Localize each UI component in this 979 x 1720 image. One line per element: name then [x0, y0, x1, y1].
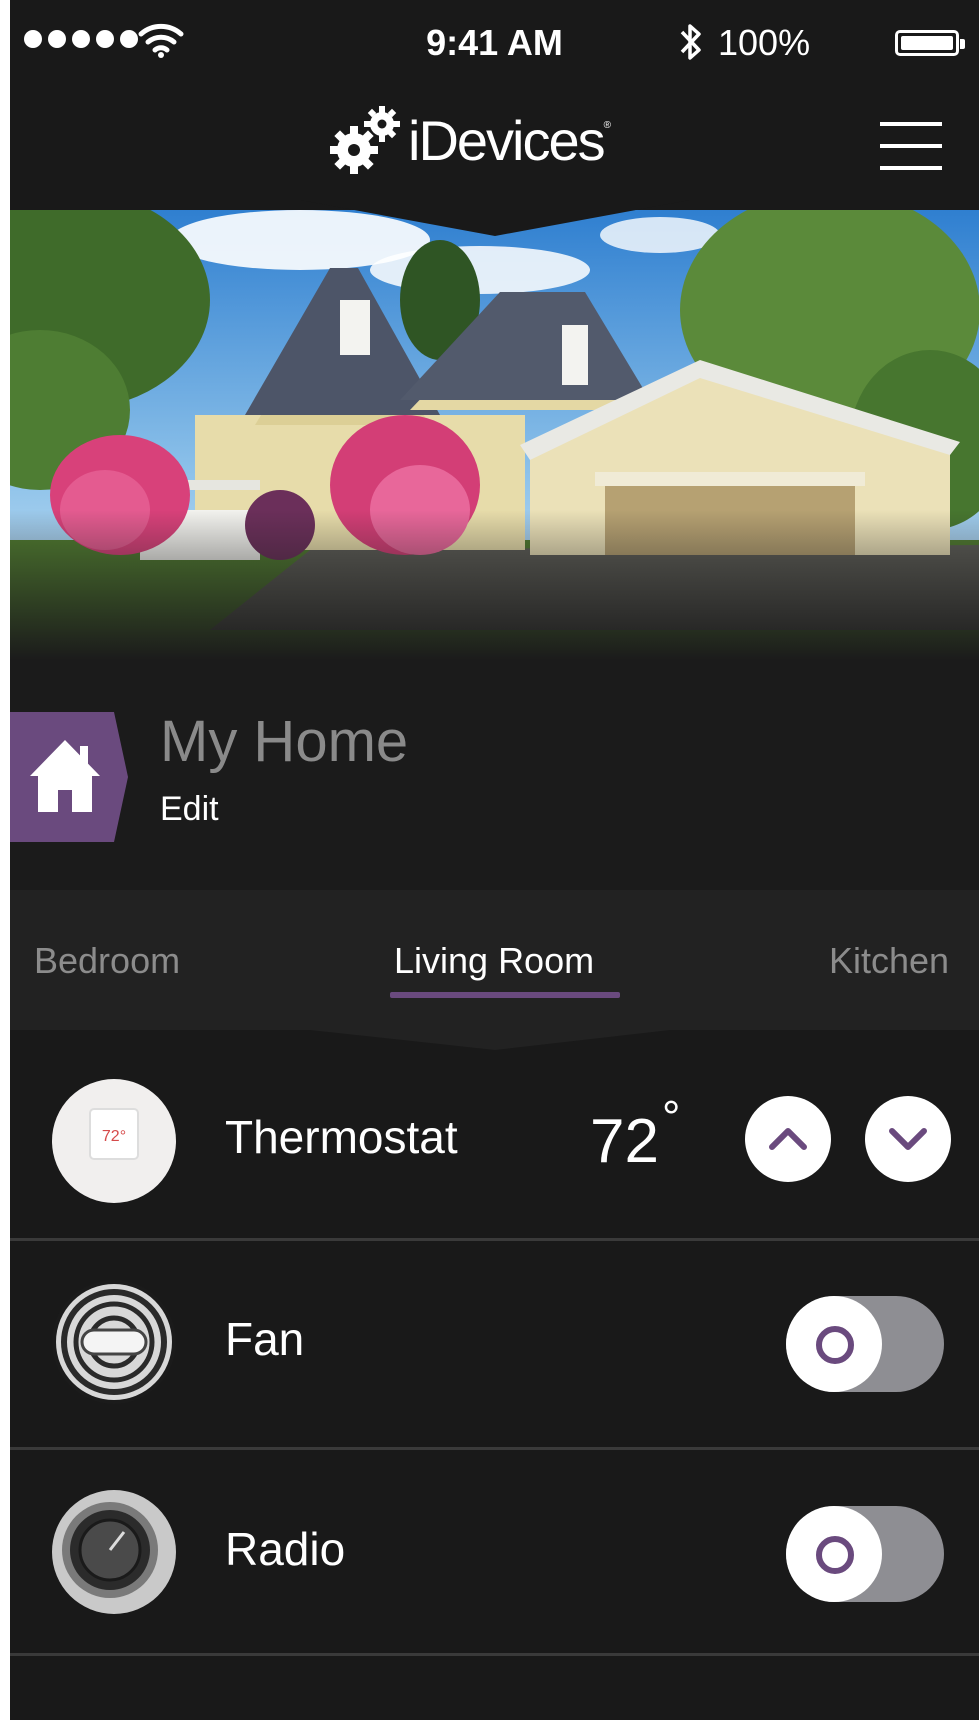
- fan-power-toggle[interactable]: [786, 1296, 944, 1392]
- app-header: iDevices ®: [10, 80, 979, 210]
- edit-home-link[interactable]: Edit: [160, 790, 219, 829]
- thermostat-thumbnail: 72°: [52, 1079, 176, 1203]
- battery-percentage: 100%: [718, 22, 811, 63]
- logo-text: iDevices: [408, 108, 606, 172]
- temperature-down-button[interactable]: [865, 1096, 951, 1182]
- gears-icon: [330, 106, 400, 174]
- device-name-fan: Fan: [225, 1313, 305, 1365]
- toggle-knob: [786, 1296, 882, 1392]
- tab-kitchen[interactable]: Kitchen: [829, 940, 949, 982]
- row-divider: [10, 1653, 979, 1656]
- tabs-notch: [310, 1030, 670, 1050]
- thermostat-temperature: 72: [590, 1107, 659, 1176]
- home-badge[interactable]: [10, 712, 128, 842]
- radio-power-toggle[interactable]: [786, 1506, 944, 1602]
- battery-icon: [895, 30, 965, 56]
- device-name-thermostat: Thermostat: [225, 1111, 458, 1163]
- chevron-down-icon: [889, 1128, 927, 1150]
- degree-symbol: °: [662, 1091, 681, 1143]
- logo-registered-mark: ®: [603, 120, 611, 131]
- fan-thumbnail: [52, 1280, 176, 1404]
- selected-tab-indicator: [390, 992, 620, 998]
- room-tabs: Bedroom Living Room Kitchen: [10, 890, 979, 1030]
- bluetooth-icon: [680, 24, 701, 60]
- status-bar: 9:41 AM 100%: [10, 0, 979, 80]
- app-screen: 9:41 AM 100% iDevices ® My Home Edit Bed…: [10, 0, 979, 1720]
- chevron-up-icon: [769, 1128, 807, 1150]
- temperature-up-button[interactable]: [745, 1096, 831, 1182]
- status-time: 9:41 AM: [426, 22, 563, 63]
- hamburger-icon[interactable]: [880, 122, 942, 172]
- tab-living-room[interactable]: Living Room: [394, 940, 594, 982]
- home-hero-image: [10, 210, 979, 660]
- home-section: My Home Edit: [10, 660, 979, 890]
- toggle-knob: [786, 1506, 882, 1602]
- header-notch: [300, 200, 690, 236]
- tab-bedroom[interactable]: Bedroom: [34, 940, 180, 982]
- radio-thumbnail: [52, 1490, 176, 1614]
- device-name-radio: Radio: [225, 1523, 346, 1575]
- thermostat-thumb-display: 72°: [102, 1128, 126, 1145]
- home-title: My Home: [160, 709, 409, 774]
- app-logo: iDevices ®: [328, 102, 611, 178]
